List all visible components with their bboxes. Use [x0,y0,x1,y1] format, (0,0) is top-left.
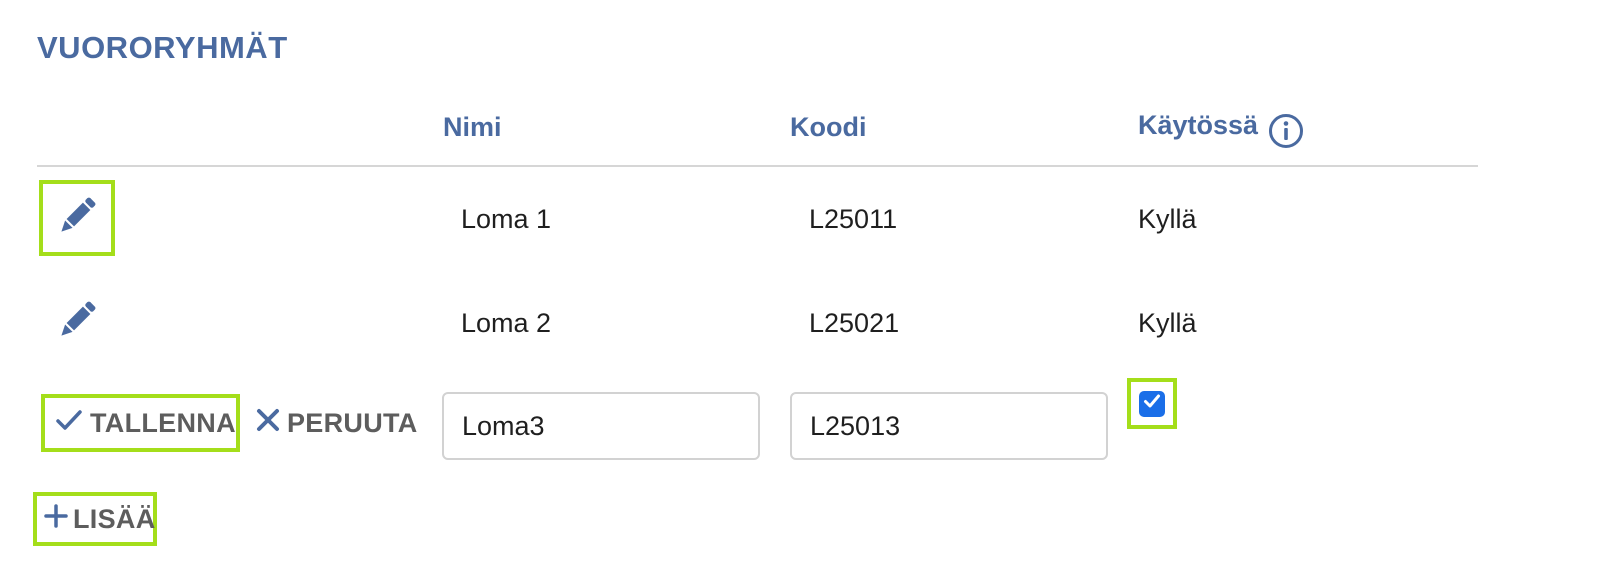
pencil-icon [56,195,98,242]
save-button[interactable]: TALLENNA [41,394,240,452]
active-checkbox-wrapper [1127,378,1177,429]
plus-icon [43,503,69,536]
row-active: Kyllä [1138,308,1197,338]
cancel-button-label: PERUUTA [287,407,418,438]
column-header-name: Nimi [443,112,502,142]
edit-row-button[interactable] [39,284,115,360]
column-header-code: Koodi [790,112,867,142]
add-button[interactable]: LISÄÄ [33,492,157,546]
row-name: Loma 2 [461,308,552,338]
checkmark-icon [1142,391,1162,416]
row-code: L25011 [809,204,898,234]
table-row: Loma 2 L25021 Kyllä [0,284,1480,360]
row-code: L25021 [809,308,900,338]
active-checkbox[interactable] [1139,390,1165,417]
edit-row-button[interactable] [39,180,115,256]
column-header-active: Käytössä [1138,110,1258,141]
save-button-label: TALLENNA [90,407,236,438]
table-row: Loma 1 L25011 Kyllä [0,180,1480,256]
name-input[interactable] [442,392,760,460]
code-input[interactable] [790,392,1108,460]
row-active: Kyllä [1138,204,1197,234]
column-header-active-label: Käytössä [1138,110,1259,140]
cancel-button[interactable]: PERUUTA [255,394,418,452]
pencil-icon [56,299,98,346]
page-title: VUORORYHMÄT [37,30,288,65]
add-button-label: LISÄÄ [73,503,156,534]
info-icon[interactable] [1268,113,1304,149]
check-icon [54,405,84,442]
close-icon [255,407,281,440]
header-divider [37,165,1478,167]
row-name: Loma 1 [461,204,552,234]
